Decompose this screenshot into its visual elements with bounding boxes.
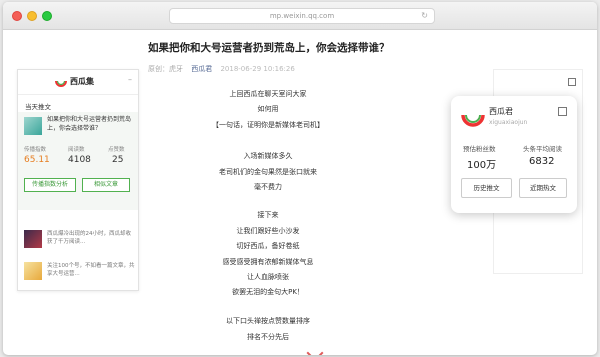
item-title: 西瓜爆冷出现的24小时，西瓜却收获了千万阅读...: [47, 231, 131, 245]
stat-value: 25: [112, 155, 124, 165]
brand-name: 西瓜集: [70, 77, 94, 86]
history-posts-button[interactable]: 历史推文: [461, 178, 512, 198]
page-content: 如果把你和大号运营者扔到荒岛上，你会选择带谁？ 原创：虎牙 西瓜君 2018-0…: [3, 31, 597, 355]
browser-window: mp.weixin.qq.com ↻ 如果把你和大号运营者扔到荒岛上，你会选择带…: [3, 2, 597, 355]
section-title: 当天推文: [25, 103, 51, 111]
stat-label: 传播指数: [24, 147, 47, 153]
address-bar[interactable]: mp.weixin.qq.com ↻: [169, 8, 435, 24]
avg-read-value: 6832: [529, 156, 555, 167]
minimize-window-button[interactable]: [27, 11, 37, 21]
item-thumbnail: [24, 262, 42, 280]
article-line: 感受感受拥有浓郁新媒体气息: [222, 258, 314, 266]
panel-header: 西瓜集 –: [18, 70, 138, 95]
qr-code-icon[interactable]: [568, 78, 576, 86]
article-line: 以下口头禅按点赞数量排序: [226, 317, 310, 325]
list-item[interactable]: 西瓜爆冷出现的24小时，西瓜却收获了千万阅读...: [24, 230, 134, 252]
article-line: 排名不分先后: [247, 333, 289, 341]
article-meta: 原创：虎牙 西瓜君 2018-06-29 10:16:26: [148, 64, 295, 74]
article-line: 上回西瓜在聊天室问大家: [229, 90, 307, 98]
account-id: xiguaxiaojun: [489, 119, 528, 126]
article-line: 切好西瓜，备好卷纸: [236, 242, 300, 250]
list-item[interactable]: 关注100个号，不如看一篇文章，共享大号运营...: [24, 262, 135, 284]
article-line: 欲罢无泪的金句大PK！: [232, 288, 304, 296]
article-line: 毫不费力: [254, 183, 282, 191]
article-line: 接下来: [257, 211, 279, 219]
author: 原创：虎牙: [148, 65, 183, 73]
stat-label: 点赞数: [108, 147, 125, 153]
article-title: 如果把你和大号运营者扔到荒岛上，你会选择带谁？: [148, 42, 390, 54]
article-line: 让我们跟好些小沙发: [236, 227, 300, 235]
account-card: 西瓜君 xiguaxiaojun 预估粉丝数 头条平均阅读 100万 6832 …: [451, 96, 577, 213]
analysis-button[interactable]: 传播指数分析: [24, 178, 76, 192]
article-line: 老司机们的金句果然是张口就来: [219, 168, 317, 176]
highlight-title: 如果把你和大号运营者扔到荒岛上，你会选择带谁？: [47, 116, 132, 132]
article-line: 入场新媒体多久: [243, 152, 293, 160]
stat-value: 4108: [68, 155, 91, 165]
item-title: 关注100个号，不如看一篇文章，共享大号运营...: [47, 263, 135, 277]
similar-articles-button[interactable]: 相似文章: [82, 178, 130, 192]
recent-hot-button[interactable]: 近期热文: [519, 178, 567, 198]
account-link[interactable]: 西瓜君: [191, 65, 212, 73]
article-line: 如何用: [257, 105, 279, 113]
account-name: 西瓜君: [489, 107, 513, 116]
avg-read-label: 头条平均阅读: [523, 145, 562, 153]
watermelon-logo-icon: [55, 80, 67, 87]
article-thumbnail: [24, 117, 42, 135]
qr-code-icon[interactable]: [558, 107, 567, 116]
stat-value: 65.11: [24, 155, 50, 165]
chevron-down-icon[interactable]: [306, 344, 324, 355]
close-window-button[interactable]: [12, 11, 22, 21]
publish-date: 2018-06-29 10:16:26: [220, 65, 295, 73]
maximize-window-button[interactable]: [42, 11, 52, 21]
article-line: 【一句话，证明你是新媒体老司机】: [212, 121, 324, 129]
minimize-icon[interactable]: –: [128, 75, 132, 84]
browser-toolbar: mp.weixin.qq.com ↻: [3, 2, 597, 30]
account-avatar-icon: [461, 114, 485, 127]
item-thumbnail: [24, 230, 42, 248]
article-line: 让人血脉喷张: [247, 273, 289, 281]
reload-icon[interactable]: ↻: [421, 9, 428, 23]
fans-value: 100万: [467, 160, 497, 171]
stat-label: 阅读数: [68, 147, 85, 153]
url-text: mp.weixin.qq.com: [269, 12, 335, 20]
highlight-article[interactable]: 如果把你和大号运营者扔到荒岛上，你会选择带谁？ 传播指数 阅读数 点赞数 65.…: [18, 112, 138, 210]
plugin-left-panel: 西瓜集 – 当天推文 如果把你和大号运营者扔到荒岛上，你会选择带谁？ 传播指数 …: [17, 69, 139, 291]
fans-label: 预估粉丝数: [463, 145, 496, 153]
